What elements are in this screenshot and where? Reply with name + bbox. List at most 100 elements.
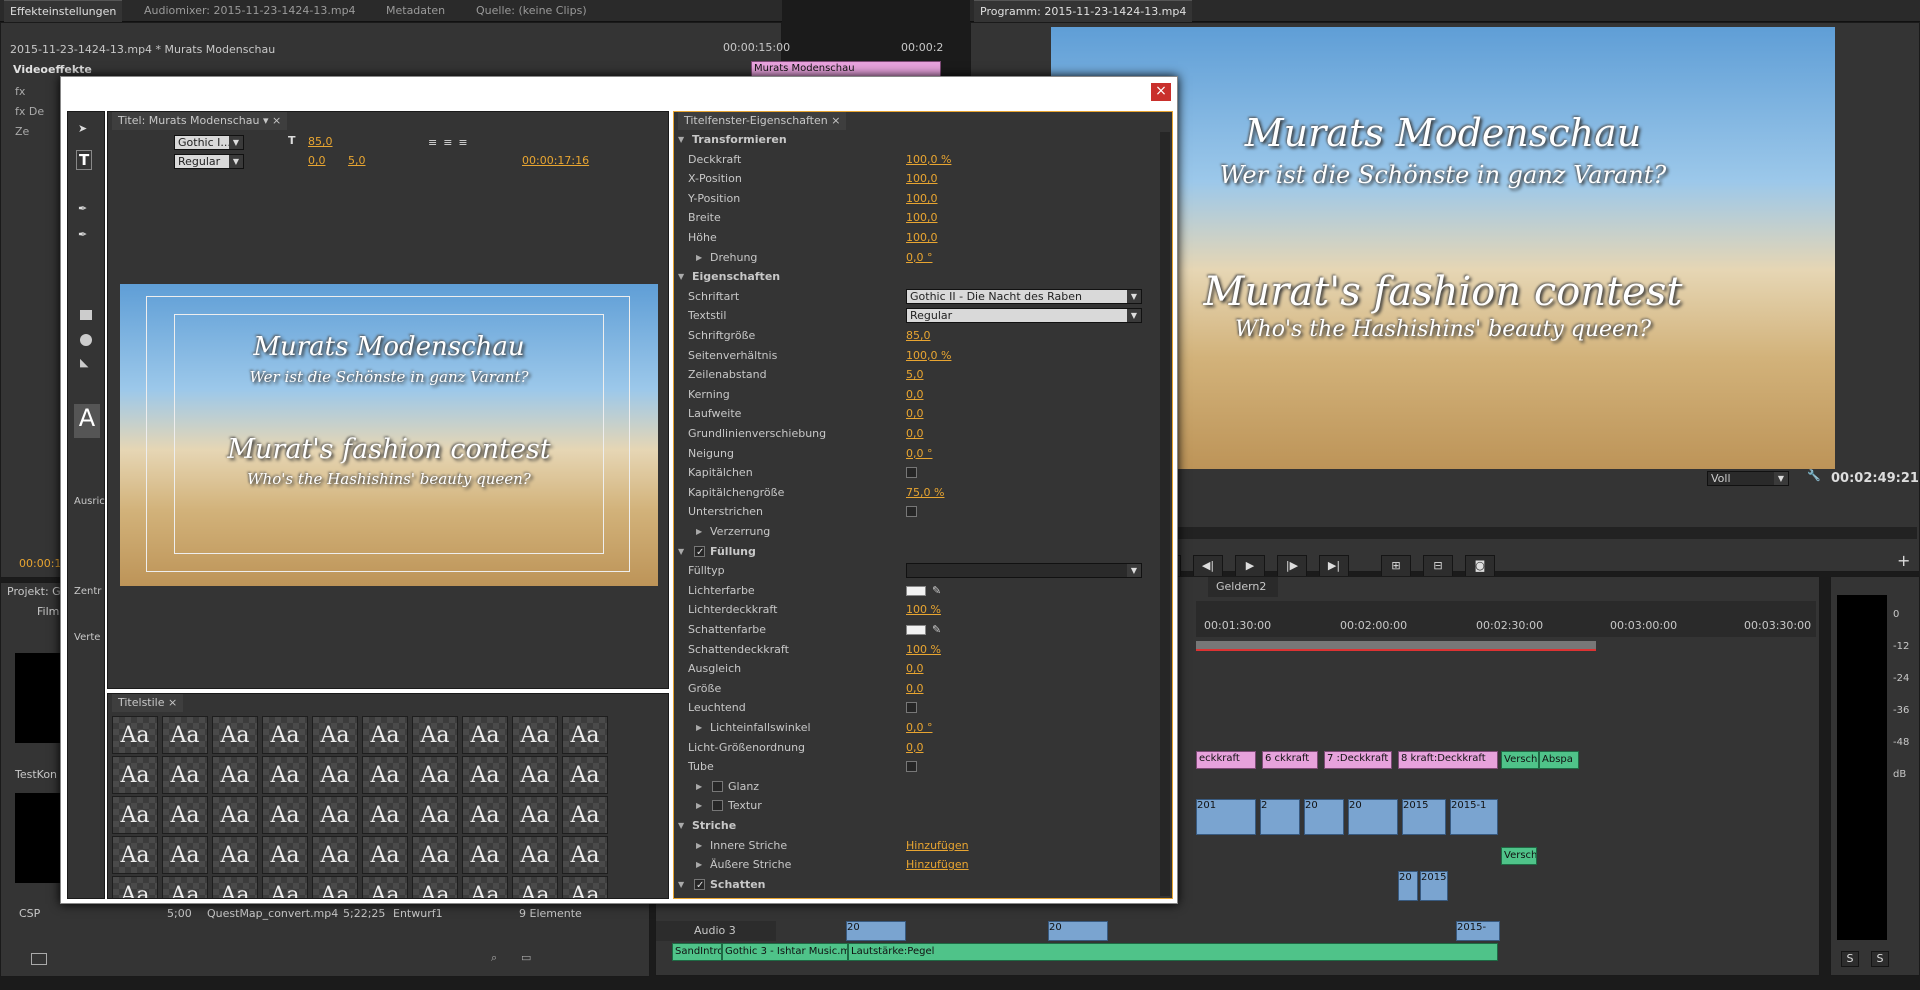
- add-button[interactable]: +: [1897, 551, 1910, 570]
- property-row[interactable]: Fülltyp ▼: [674, 563, 1160, 579]
- title-style-swatch[interactable]: Aa: [362, 876, 408, 898]
- lower-clip-2[interactable]: 20: [1048, 921, 1108, 941]
- font-style-select[interactable]: Regular ▼: [174, 154, 244, 169]
- upper-clip-4[interactable]: 2015: [1420, 871, 1448, 901]
- title-style-swatch[interactable]: Aa: [362, 796, 408, 834]
- property-row[interactable]: Größe 0,0: [674, 681, 1160, 697]
- expand-icon[interactable]: ▶: [696, 838, 702, 854]
- title-style-swatch[interactable]: Aa: [362, 756, 408, 794]
- expand-icon[interactable]: ▶: [696, 250, 702, 266]
- step-forward-button[interactable]: |▶: [1277, 555, 1307, 577]
- step-back-button[interactable]: ◀|: [1193, 555, 1223, 577]
- property-row[interactable]: Breite 100,0: [674, 210, 1160, 226]
- property-select[interactable]: ▼: [906, 563, 1142, 579]
- property-checkbox[interactable]: [906, 506, 917, 518]
- expand-icon[interactable]: ▶: [696, 857, 702, 873]
- property-row[interactable]: Kapitälchengröße 75,0 %: [674, 485, 1160, 501]
- project-thumb-2[interactable]: [15, 793, 65, 883]
- dialog-close-button[interactable]: ×: [1151, 83, 1171, 101]
- property-row[interactable]: Lichterfarbe ✎: [674, 583, 1160, 599]
- section-checkbox[interactable]: [694, 878, 705, 890]
- program-timecode[interactable]: 00:02:49:21: [1831, 471, 1919, 486]
- property-value[interactable]: 100,0 %: [906, 348, 951, 364]
- property-row[interactable]: X-Position 100,0: [674, 171, 1160, 187]
- color-swatch[interactable]: [906, 625, 926, 635]
- property-value[interactable]: Hinzufügen: [906, 857, 969, 873]
- property-row[interactable]: Grundlinienverschiebung 0,0: [674, 426, 1160, 442]
- title-style-swatch[interactable]: Aa: [412, 796, 458, 834]
- lift-button[interactable]: ⊞: [1381, 555, 1411, 577]
- list-view-icon[interactable]: [31, 953, 47, 965]
- video-clip-3[interactable]: 20: [1304, 799, 1344, 835]
- search-icon[interactable]: ⌕: [491, 951, 497, 965]
- property-row[interactable]: Neigung 0,0 °: [674, 446, 1160, 462]
- title-style-swatch[interactable]: Aa: [112, 716, 158, 754]
- title-style-swatch[interactable]: Aa: [112, 796, 158, 834]
- properties-scrollbar[interactable]: [1160, 132, 1170, 896]
- title-style-swatch[interactable]: Aa: [312, 716, 358, 754]
- title-style-swatch[interactable]: Aa: [462, 836, 508, 874]
- title-style-swatch[interactable]: Aa: [112, 836, 158, 874]
- property-row[interactable]: Schriftart Gothic II - Die Nacht des Rabe…: [674, 288, 1160, 305]
- property-row[interactable]: ▼ Transformieren: [674, 132, 1160, 148]
- property-row[interactable]: Höhe 100,0: [674, 230, 1160, 246]
- title-style-swatch[interactable]: Aa: [512, 756, 558, 794]
- extract-button[interactable]: ⊟: [1423, 555, 1453, 577]
- property-row[interactable]: Kapitälchen: [674, 465, 1160, 481]
- property-value[interactable]: 0,0: [906, 681, 924, 697]
- pink-clip-3[interactable]: 7 :Deckkraft: [1324, 751, 1392, 769]
- canvas-title-line3[interactable]: Murat's fashion contest: [120, 434, 658, 465]
- property-value[interactable]: 0,0: [906, 661, 924, 677]
- title-style-swatch[interactable]: Aa: [162, 796, 208, 834]
- title-style-swatch[interactable]: Aa: [562, 836, 608, 874]
- property-row[interactable]: Laufweite 0,0: [674, 406, 1160, 422]
- title-style-swatch[interactable]: Aa: [162, 836, 208, 874]
- property-select[interactable]: Regular ▼: [906, 308, 1142, 324]
- property-value[interactable]: 100,0: [906, 230, 938, 246]
- tab-audio-mixer[interactable]: Audiomixer: 2015-11-23-1424-13.mp4: [138, 0, 362, 22]
- wedge-tool-icon[interactable]: ◣: [80, 356, 88, 369]
- collapse-icon[interactable]: ▼: [678, 269, 684, 285]
- property-row[interactable]: ▶ Innere Striche Hinzufügen: [674, 838, 1160, 854]
- video-clip-5[interactable]: 2015: [1402, 799, 1446, 835]
- title-style-swatch[interactable]: Aa: [512, 716, 558, 754]
- audio-clip-1[interactable]: SandIntro: [672, 943, 722, 961]
- property-value[interactable]: 0,0 °: [906, 446, 933, 462]
- title-timecode[interactable]: 00:00:17:16: [522, 154, 589, 167]
- type-tool-icon[interactable]: T: [76, 150, 93, 170]
- leading-value[interactable]: 5,0: [348, 154, 366, 167]
- tab-source[interactable]: Quelle: (keine Clips): [470, 0, 593, 22]
- ellipse-tool-icon[interactable]: [80, 334, 92, 346]
- font-select[interactable]: Gothic I... ▼: [174, 135, 244, 150]
- audio-clip-2[interactable]: Gothic 3 - Ishtar Music.mp3: [722, 943, 848, 961]
- title-style-swatch[interactable]: Aa: [512, 796, 558, 834]
- canvas-title-line4[interactable]: Who's the Hashishins' beauty queen?: [120, 470, 658, 488]
- property-row[interactable]: Deckkraft 100,0 %: [674, 152, 1160, 168]
- title-style-swatch[interactable]: Aa: [212, 716, 258, 754]
- property-row[interactable]: Lichterdeckkraft 100 %: [674, 602, 1160, 618]
- title-style-swatch[interactable]: Aa: [212, 876, 258, 898]
- title-style-swatch[interactable]: Aa: [462, 796, 508, 834]
- property-row[interactable]: ▼ Füllung: [674, 544, 1160, 560]
- camera-icon[interactable]: ◙: [1465, 555, 1495, 577]
- upper-clip-3[interactable]: 20: [1398, 871, 1418, 901]
- tab-program[interactable]: Programm: 2015-11-23-1424-13.mp4: [974, 0, 1193, 22]
- play-button[interactable]: ▶: [1235, 555, 1265, 577]
- title-style-swatch[interactable]: Aa: [262, 796, 308, 834]
- title-tab[interactable]: Titel: Murats Modenschau ▾ ×: [112, 112, 288, 130]
- title-style-swatch[interactable]: Aa: [262, 836, 308, 874]
- video-clip-1[interactable]: 201: [1196, 799, 1256, 835]
- tab-metadata[interactable]: Metadaten: [380, 0, 451, 22]
- title-style-swatch[interactable]: Aa: [562, 796, 608, 834]
- effect-row-3[interactable]: Ze: [15, 125, 29, 138]
- folder-icon[interactable]: ▭: [521, 951, 531, 964]
- property-row[interactable]: ▶ Drehung 0,0 °: [674, 250, 1160, 266]
- title-style-swatch[interactable]: Aa: [262, 716, 308, 754]
- pink-clip-1[interactable]: eckkraft: [1196, 751, 1256, 769]
- project-thumb-1[interactable]: [15, 653, 65, 743]
- title-style-swatch[interactable]: Aa: [412, 716, 458, 754]
- tab-sequence[interactable]: Geldern2: [1208, 577, 1278, 597]
- section-checkbox[interactable]: [694, 545, 705, 557]
- property-value[interactable]: 0,0: [906, 740, 924, 756]
- title-style-swatch[interactable]: Aa: [562, 756, 608, 794]
